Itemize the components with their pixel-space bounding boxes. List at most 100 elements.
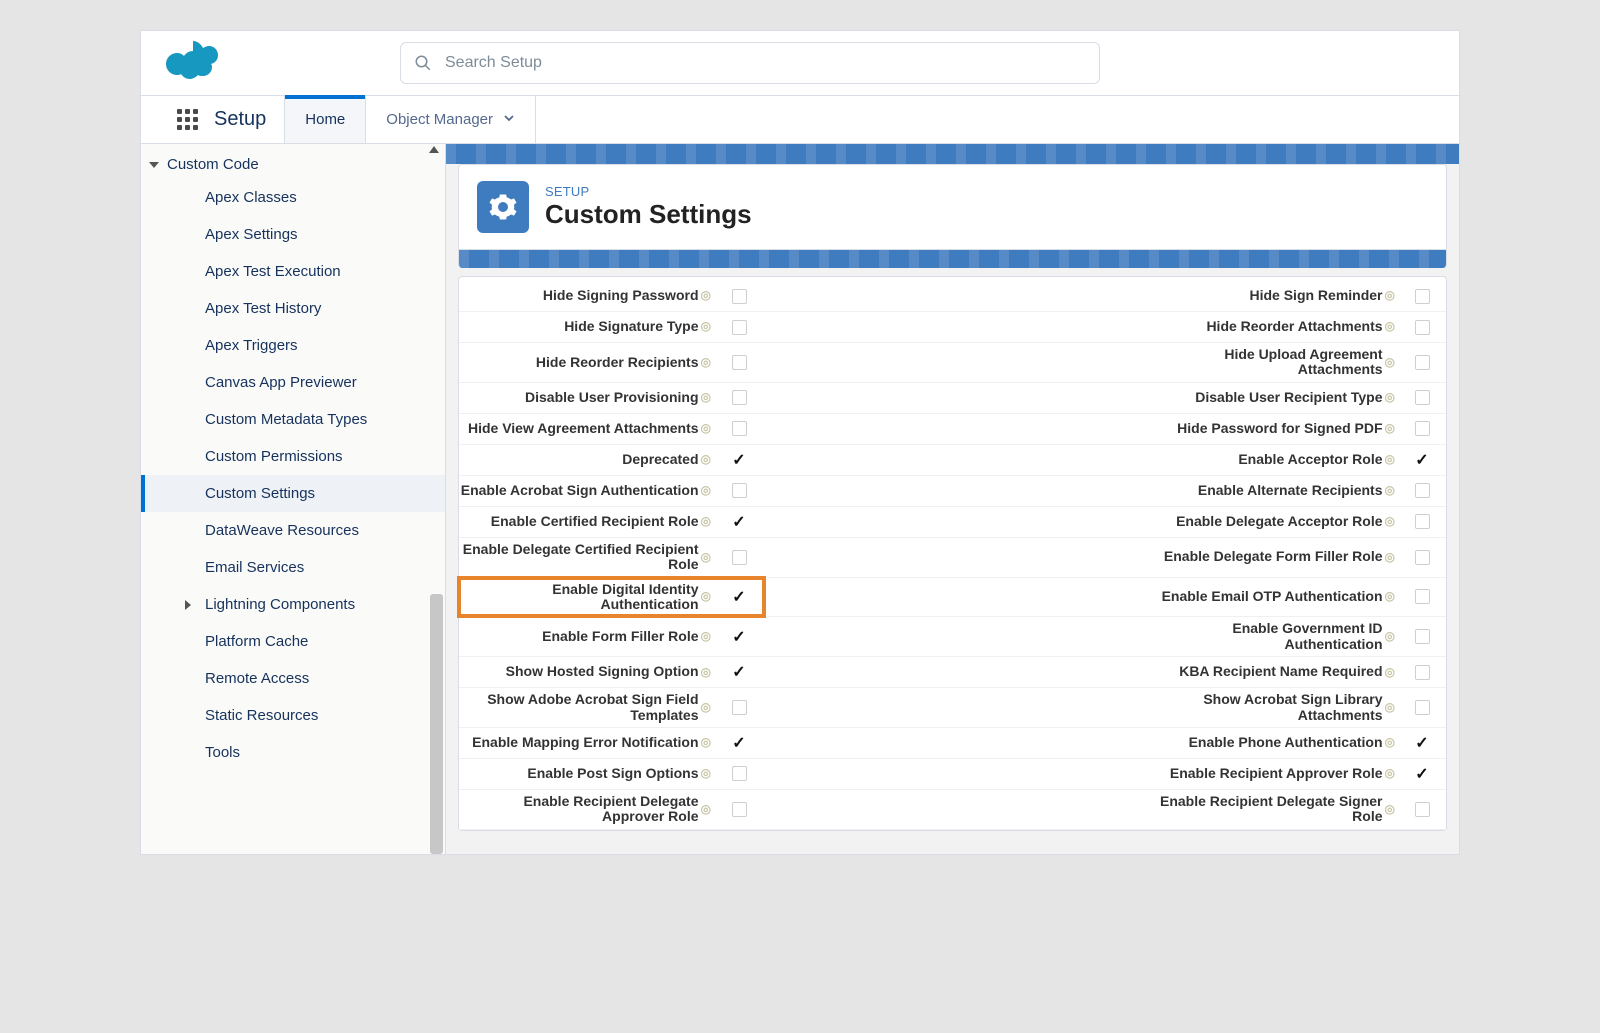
help-icon[interactable]: ◎ — [701, 356, 711, 369]
setting-checkbox-right[interactable] — [1398, 657, 1446, 687]
sidebar-item-tools[interactable]: Tools — [141, 734, 445, 771]
sidebar-item-label: Platform Cache — [205, 633, 308, 650]
setting-checkbox-right[interactable] — [1398, 383, 1446, 413]
scrollbar-thumb[interactable] — [430, 594, 443, 854]
help-icon[interactable]: ◎ — [1385, 453, 1395, 466]
sidebar-item-apex-test-execution[interactable]: Apex Test Execution — [141, 253, 445, 290]
setting-checkbox-right[interactable] — [1398, 507, 1446, 537]
caret-down-icon — [149, 162, 159, 168]
setting-checkbox-left[interactable]: ✓ — [714, 445, 764, 475]
settings-row: Enable Digital Identity Authentication◎✓… — [459, 578, 1446, 618]
settings-row: Hide Reorder Recipients◎Hide Upload Agre… — [459, 343, 1446, 383]
search-input[interactable] — [400, 42, 1100, 84]
help-icon[interactable]: ◎ — [701, 551, 711, 564]
setting-checkbox-right[interactable] — [1398, 790, 1446, 829]
sidebar-item-custom-settings[interactable]: Custom Settings — [141, 475, 445, 512]
sidebar-item-remote-access[interactable]: Remote Access — [141, 660, 445, 697]
help-icon[interactable]: ◎ — [1385, 391, 1395, 404]
help-icon[interactable]: ◎ — [701, 422, 711, 435]
checkbox-empty-icon — [1415, 320, 1430, 335]
setting-checkbox-left[interactable] — [714, 281, 764, 311]
setting-checkbox-right[interactable] — [1398, 476, 1446, 506]
scroll-up-arrow-icon[interactable] — [429, 146, 439, 153]
nav-tab-object-manager[interactable]: Object Manager — [366, 96, 536, 143]
help-icon[interactable]: ◎ — [1385, 320, 1395, 333]
setting-checkbox-right[interactable] — [1398, 688, 1446, 727]
help-icon[interactable]: ◎ — [1385, 515, 1395, 528]
help-icon[interactable]: ◎ — [701, 289, 711, 302]
help-icon[interactable]: ◎ — [701, 515, 711, 528]
setting-label-right: Enable Alternate Recipients◎ — [1148, 476, 1398, 506]
setting-checkbox-left[interactable]: ✓ — [714, 582, 764, 612]
setting-checkbox-left[interactable] — [714, 343, 764, 382]
help-icon[interactable]: ◎ — [701, 666, 711, 679]
help-icon[interactable]: ◎ — [701, 590, 711, 603]
sidebar-item-email-services[interactable]: Email Services — [141, 549, 445, 586]
setting-checkbox-left[interactable] — [714, 688, 764, 727]
setting-checkbox-right[interactable] — [1398, 281, 1446, 311]
setting-checkbox-left[interactable]: ✓ — [714, 507, 764, 537]
help-icon[interactable]: ◎ — [1385, 767, 1395, 780]
sidebar: Custom Code Apex ClassesApex SettingsApe… — [141, 144, 446, 854]
help-icon[interactable]: ◎ — [1385, 630, 1395, 643]
help-icon[interactable]: ◎ — [701, 391, 711, 404]
help-icon[interactable]: ◎ — [701, 630, 711, 643]
sidebar-item-lightning-components[interactable]: Lightning Components — [141, 586, 445, 623]
setting-checkbox-left[interactable] — [714, 414, 764, 444]
app-launcher[interactable]: Setup — [141, 96, 285, 143]
sidebar-item-static-resources[interactable]: Static Resources — [141, 697, 445, 734]
sidebar-item-canvas-app-previewer[interactable]: Canvas App Previewer — [141, 364, 445, 401]
setting-checkbox-left[interactable] — [714, 759, 764, 789]
setting-label-left: Hide Reorder Recipients◎ — [459, 343, 714, 382]
help-icon[interactable]: ◎ — [1385, 701, 1395, 714]
sidebar-item-apex-triggers[interactable]: Apex Triggers — [141, 327, 445, 364]
setting-checkbox-left[interactable]: ✓ — [714, 617, 764, 656]
sidebar-section-custom-code[interactable]: Custom Code — [141, 150, 445, 179]
setting-checkbox-left[interactable]: ✓ — [714, 728, 764, 758]
setting-checkbox-right[interactable] — [1398, 578, 1446, 617]
nav-tab-label: Home — [305, 111, 345, 128]
setting-checkbox-right[interactable]: ✓ — [1398, 759, 1446, 789]
sidebar-item-label: Static Resources — [205, 707, 318, 724]
sidebar-item-dataweave-resources[interactable]: DataWeave Resources — [141, 512, 445, 549]
sidebar-item-platform-cache[interactable]: Platform Cache — [141, 623, 445, 660]
setting-checkbox-right[interactable] — [1398, 414, 1446, 444]
setting-checkbox-right[interactable] — [1398, 312, 1446, 342]
setting-checkbox-left[interactable] — [714, 383, 764, 413]
help-icon[interactable]: ◎ — [701, 453, 711, 466]
setting-checkbox-left[interactable] — [714, 538, 764, 577]
setting-checkbox-right[interactable] — [1398, 538, 1446, 577]
checkbox-empty-icon — [732, 700, 747, 715]
setting-checkbox-right[interactable] — [1398, 343, 1446, 382]
checkbox-empty-icon — [1415, 355, 1430, 370]
help-icon[interactable]: ◎ — [1385, 484, 1395, 497]
sidebar-item-apex-settings[interactable]: Apex Settings — [141, 216, 445, 253]
setting-checkbox-right[interactable]: ✓ — [1398, 728, 1446, 758]
setting-checkbox-left[interactable] — [714, 312, 764, 342]
help-icon[interactable]: ◎ — [701, 320, 711, 333]
check-icon: ✓ — [1415, 450, 1428, 470]
help-icon[interactable]: ◎ — [1385, 736, 1395, 749]
sidebar-item-custom-metadata-types[interactable]: Custom Metadata Types — [141, 401, 445, 438]
help-icon[interactable]: ◎ — [1385, 422, 1395, 435]
help-icon[interactable]: ◎ — [1385, 289, 1395, 302]
help-icon[interactable]: ◎ — [701, 767, 711, 780]
sidebar-item-apex-test-history[interactable]: Apex Test History — [141, 290, 445, 327]
help-icon[interactable]: ◎ — [1385, 590, 1395, 603]
sidebar-item-apex-classes[interactable]: Apex Classes — [141, 179, 445, 216]
setting-checkbox-left[interactable] — [714, 790, 764, 829]
help-icon[interactable]: ◎ — [701, 484, 711, 497]
help-icon[interactable]: ◎ — [701, 736, 711, 749]
setting-checkbox-right[interactable]: ✓ — [1398, 445, 1446, 475]
sidebar-item-custom-permissions[interactable]: Custom Permissions — [141, 438, 445, 475]
help-icon[interactable]: ◎ — [1385, 666, 1395, 679]
setting-checkbox-left[interactable]: ✓ — [714, 657, 764, 687]
nav-tab-home[interactable]: Home — [285, 96, 366, 143]
setting-checkbox-left[interactable] — [714, 476, 764, 506]
help-icon[interactable]: ◎ — [1385, 803, 1395, 816]
help-icon[interactable]: ◎ — [701, 701, 711, 714]
help-icon[interactable]: ◎ — [701, 803, 711, 816]
help-icon[interactable]: ◎ — [1385, 356, 1395, 369]
setting-checkbox-right[interactable] — [1398, 617, 1446, 656]
help-icon[interactable]: ◎ — [1385, 551, 1395, 564]
